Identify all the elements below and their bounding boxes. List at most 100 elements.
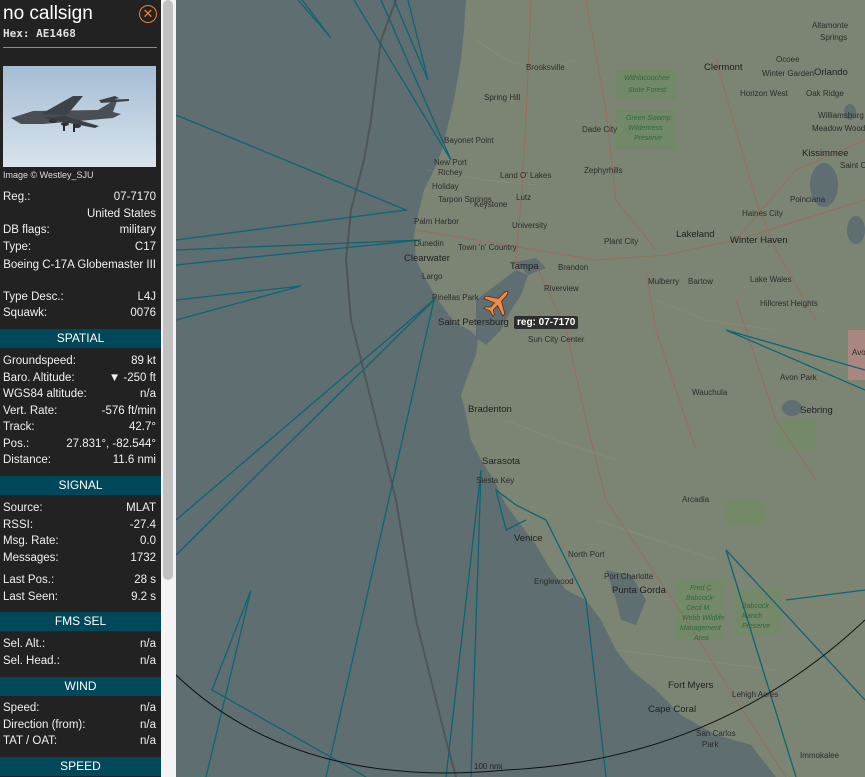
svg-text:Cape Coral: Cape Coral <box>648 704 696 715</box>
position-row: Pos.: 27.831°, -82.544° <box>3 438 156 454</box>
svg-text:State Forest: State Forest <box>628 87 667 94</box>
svg-text:Lakeland: Lakeland <box>676 229 715 240</box>
svg-text:Kissimmee: Kissimmee <box>802 148 848 159</box>
svg-text:Preserve: Preserve <box>634 135 662 142</box>
rssi-label: RSSI: <box>3 519 34 531</box>
last-seen-row: Last Seen: 9.2 s <box>3 591 156 607</box>
svg-text:Lehigh Acres: Lehigh Acres <box>732 690 778 699</box>
aircraft-photo[interactable] <box>3 66 156 167</box>
aircraft-label[interactable]: reg: 07-7170 <box>514 316 579 329</box>
svg-text:Withlacoochee: Withlacoochee <box>624 75 670 82</box>
messages-row: Messages: 1732 <box>3 552 156 568</box>
svg-text:Riverview: Riverview <box>544 284 579 293</box>
svg-text:Siesta Key: Siesta Key <box>476 476 514 485</box>
groundspeed-label: Groundspeed: <box>3 355 76 367</box>
type-label: Type: <box>3 241 32 253</box>
source-label: Source: <box>3 502 43 514</box>
map-view[interactable]: Brooksville Spring Hill Withlacoochee St… <box>176 0 865 777</box>
wind-direction-label: Direction (from): <box>3 719 86 731</box>
svg-text:Brandon: Brandon <box>558 263 588 272</box>
rssi-row: RSSI: -27.4 <box>3 519 156 535</box>
close-icon[interactable]: ✕ <box>139 5 157 23</box>
hex-value: AE1468 <box>36 27 76 40</box>
section-fms-sel[interactable]: FMS SEL <box>0 612 161 631</box>
wind-speed-row: Speed: n/a <box>3 702 156 718</box>
aircraft-photo-image <box>3 66 156 167</box>
section-signal[interactable]: SIGNAL <box>0 476 161 495</box>
reg-value[interactable]: 07-7170 <box>114 191 156 203</box>
aircraft-info-panel: no callsign Hex: AE1468 ✕ Image © Westle… <box>0 0 161 777</box>
section-spatial[interactable]: SPATIAL <box>0 329 161 348</box>
country-value: United States <box>86 208 156 220</box>
source-row: Source: MLAT <box>3 502 156 518</box>
type-value[interactable]: C17 <box>135 241 156 253</box>
vert-rate-value: -576 ft/min <box>101 405 156 417</box>
svg-text:Horizon West: Horizon West <box>740 89 789 98</box>
rssi-value: -27.4 <box>129 519 156 531</box>
groundspeed-value: 89 kt <box>131 355 156 367</box>
svg-text:Keystone: Keystone <box>474 200 508 209</box>
svg-text:Avon Park: Avon Park <box>780 373 818 382</box>
wind-direction-value: n/a <box>140 719 156 731</box>
header-divider <box>3 47 157 48</box>
last-pos-value: 28 s <box>134 574 156 586</box>
svg-text:Ocoee: Ocoee <box>776 55 800 64</box>
svg-text:Saint Petersburg: Saint Petersburg <box>438 317 509 328</box>
svg-text:Springs: Springs <box>820 33 847 42</box>
squawk-row: Squawk: 0076 <box>3 307 156 323</box>
svg-text:Dade City: Dade City <box>582 125 617 134</box>
msg-rate-value: 0.0 <box>140 535 156 547</box>
sel-head-row: Sel. Head.: n/a <box>3 655 156 671</box>
svg-text:Meadow Woods: Meadow Woods <box>812 124 865 133</box>
last-seen-value: 9.2 s <box>131 591 156 603</box>
type-row: Type: C17 <box>3 241 156 257</box>
svg-text:Land O' Lakes: Land O' Lakes <box>500 171 551 180</box>
hex-code: Hex: AE1468 <box>3 27 76 40</box>
track-value: 42.7° <box>129 421 156 433</box>
tat-oat-value: n/a <box>140 735 156 747</box>
sidebar-scrollbar-thumb[interactable] <box>163 0 173 580</box>
type-desc-value: L4J <box>137 291 156 303</box>
svg-text:Ranch: Ranch <box>742 613 762 620</box>
svg-text:Winter Haven: Winter Haven <box>730 235 788 246</box>
svg-text:Fred C.: Fred C. <box>690 585 713 592</box>
svg-text:Mulberry: Mulberry <box>648 277 679 286</box>
svg-text:Bayonet Point: Bayonet Point <box>444 136 495 145</box>
msg-rate-label: Msg. Rate: <box>3 535 59 547</box>
wind-speed-value: n/a <box>140 702 156 714</box>
svg-text:Plant City: Plant City <box>604 237 638 246</box>
svg-text:Oak Ridge: Oak Ridge <box>806 89 844 98</box>
svg-text:University: University <box>512 221 547 230</box>
svg-text:Town 'n' Country: Town 'n' Country <box>458 243 517 252</box>
reg-label: Reg.: <box>3 191 31 203</box>
svg-text:Babcock: Babcock <box>742 603 769 610</box>
svg-text:Lake Wales: Lake Wales <box>750 275 792 284</box>
svg-text:Largo: Largo <box>422 272 443 281</box>
svg-text:Altamonte: Altamonte <box>812 21 849 30</box>
map-canvas[interactable]: Brooksville Spring Hill Withlacoochee St… <box>176 0 865 777</box>
position-label: Pos.: <box>3 438 30 450</box>
svg-text:Wilderness: Wilderness <box>628 125 663 132</box>
svg-text:Arcadia: Arcadia <box>682 495 710 504</box>
type-desc-label: Type Desc.: <box>3 291 64 303</box>
svg-text:Venice: Venice <box>514 533 543 544</box>
svg-text:Immokalee: Immokalee <box>800 751 840 760</box>
svg-text:Hillcrest Heights: Hillcrest Heights <box>760 299 818 308</box>
wind-speed-label: Speed: <box>3 702 40 714</box>
svg-text:Bartow: Bartow <box>688 277 713 286</box>
reg-row: Reg.: 07-7170 <box>3 191 156 207</box>
sel-alt-label: Sel. Alt.: <box>3 638 46 650</box>
svg-text:Tampa: Tampa <box>510 261 539 272</box>
svg-text:Brooksville: Brooksville <box>526 63 565 72</box>
section-wind[interactable]: WIND <box>0 677 161 696</box>
photo-credit[interactable]: Image © Westley_SJU <box>3 170 94 180</box>
type-desc-row: Type Desc.: L4J <box>3 291 156 307</box>
db-flags-label: DB flags: <box>3 224 50 236</box>
svg-text:Area: Area <box>693 635 709 642</box>
wgs84-altitude-row: WGS84 altitude: n/a <box>3 388 156 404</box>
section-speed[interactable]: SPEED <box>0 757 161 776</box>
messages-value: 1732 <box>130 552 156 564</box>
svg-text:Sebring: Sebring <box>800 405 833 416</box>
svg-text:Sun City Center: Sun City Center <box>528 335 585 344</box>
svg-text:Dunedin: Dunedin <box>414 239 444 248</box>
